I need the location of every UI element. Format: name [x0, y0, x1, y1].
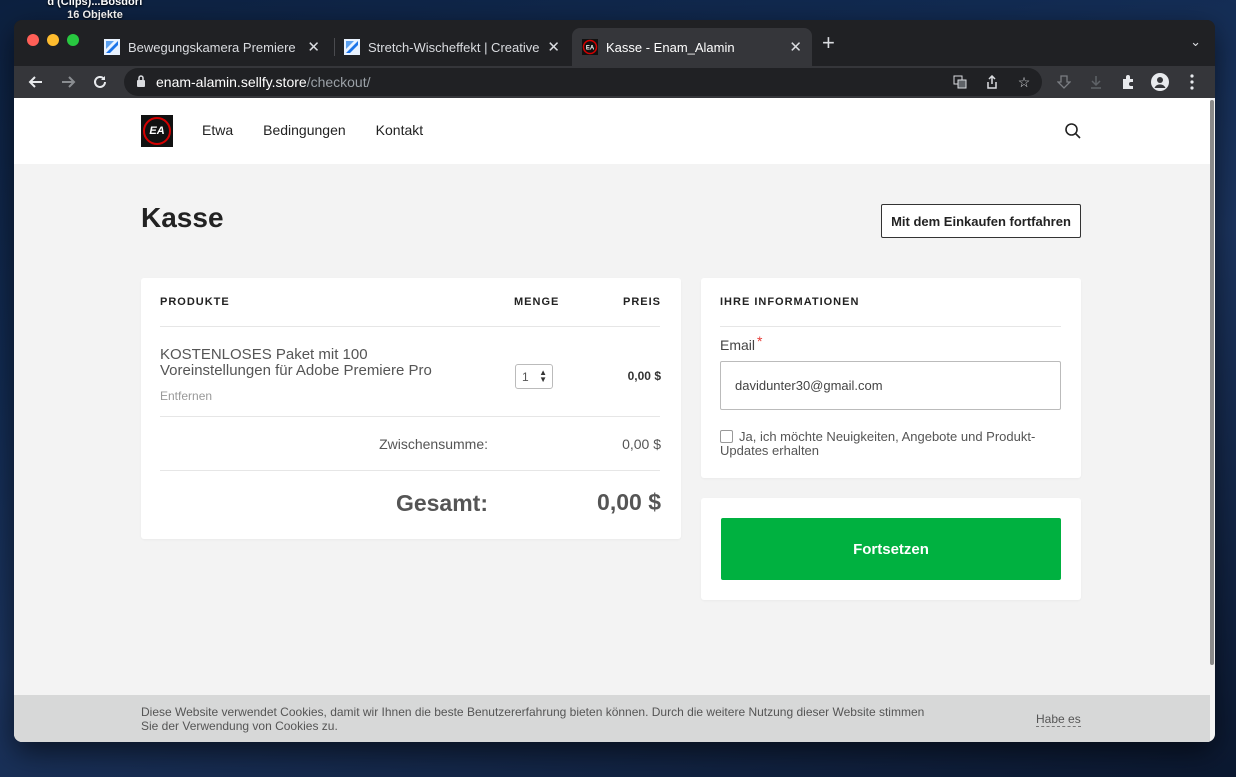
column-header-quantity: MENGE	[514, 296, 560, 308]
bookmark-star-icon[interactable]: ☆	[1012, 71, 1036, 93]
customer-info-card: IHRE INFORMATIONEN Email* Ja, ich möchte…	[701, 278, 1081, 478]
logo-text: EA	[143, 117, 171, 145]
browser-toolbar: enam-alamin.sellfy.store/checkout/ ☆	[14, 66, 1215, 98]
maximize-window-button[interactable]	[67, 34, 79, 46]
extension-arrow-icon[interactable]	[1084, 70, 1108, 94]
tab-title: Stretch-Wischeffekt | Creative	[368, 39, 540, 55]
email-label-text: Email	[720, 337, 756, 353]
quantity-stepper[interactable]: 1 ▲ ▼	[515, 364, 553, 389]
address-bar[interactable]: enam-alamin.sellfy.store/checkout/ ☆	[124, 68, 1042, 96]
cookie-accept-link[interactable]: Habe es	[1036, 712, 1081, 727]
forward-arrow-icon[interactable]	[56, 70, 80, 94]
info-heading: IHRE INFORMATIONEN	[720, 296, 860, 308]
nav-link-bedingungen[interactable]: Bedingungen	[263, 122, 346, 138]
remove-item-link[interactable]: Entfernen	[160, 389, 212, 403]
total-value: 0,00 $	[597, 489, 661, 515]
tab-stretch-wischeffekt[interactable]: Stretch-Wischeffekt | Creative ✕	[334, 28, 570, 66]
tab-strip: Bewegungskamera Premiere Pr ✕ Stretch-Wi…	[14, 20, 1215, 66]
url-path: /checkout/	[306, 74, 371, 90]
profile-avatar-icon[interactable]	[1148, 70, 1172, 94]
continue-shopping-button[interactable]: Mit dem Einkaufen fortfahren	[881, 204, 1081, 238]
order-summary-card: PRODUKTE MENGE PREIS KOSTENLOSES Paket m…	[141, 278, 681, 539]
back-arrow-icon[interactable]	[24, 70, 48, 94]
subtotal-label: Zwischensumme:	[379, 436, 488, 452]
stepper-arrows-icon[interactable]: ▲ ▼	[539, 369, 547, 384]
cookie-notice-text: Diese Website verwendet Cookies, damit w…	[141, 705, 925, 733]
close-window-button[interactable]	[27, 34, 39, 46]
divider	[160, 470, 660, 471]
newsletter-label: Ja, ich möchte Neuigkeiten, Angebote und…	[720, 429, 1036, 458]
email-field[interactable]	[720, 361, 1061, 410]
divider	[160, 326, 660, 327]
tab-close-icon[interactable]: ✕	[307, 38, 320, 56]
extension-download-icon[interactable]	[1052, 70, 1076, 94]
search-icon[interactable]	[1064, 122, 1082, 140]
site-logo[interactable]: EA	[141, 115, 173, 147]
page-scrollbar[interactable]	[1210, 98, 1215, 742]
scrollbar-thumb[interactable]	[1210, 100, 1214, 665]
share-icon[interactable]	[980, 71, 1004, 93]
tab-search-chevron-icon[interactable]: ⌄	[1190, 34, 1201, 50]
minimize-window-button[interactable]	[47, 34, 59, 46]
item-price: 0,00 $	[627, 369, 661, 383]
divider	[720, 326, 1061, 327]
required-asterisk: *	[757, 333, 763, 349]
creative-site-favicon-icon	[344, 39, 360, 55]
new-tab-plus-icon[interactable]: +	[822, 32, 835, 54]
column-header-price: PREIS	[622, 296, 661, 308]
creative-site-favicon-icon	[104, 39, 120, 55]
cookie-banner: Diese Website verwendet Cookies, damit w…	[14, 695, 1210, 742]
product-name: KOSTENLOSES Paket mit 100 Voreinstellung…	[160, 346, 432, 379]
email-label: Email *	[720, 333, 762, 353]
nav-link-etwa[interactable]: Etwa	[202, 122, 233, 138]
svg-text:EA: EA	[586, 46, 595, 52]
web-page: EA Etwa Bedingungen Kontakt Kasse Mit de…	[14, 98, 1210, 742]
puzzle-extensions-icon[interactable]	[1116, 70, 1140, 94]
page-title: Kasse	[141, 202, 224, 233]
main-nav: Etwa Bedingungen Kontakt	[202, 122, 423, 138]
checkout-action-card: Fortsetzen	[701, 498, 1081, 600]
desktop-folder-label: d (Clips)...Bosdorf 16 Objekte	[40, 0, 150, 22]
site-header: EA Etwa Bedingungen Kontakt	[14, 98, 1210, 164]
tab-close-icon[interactable]: ✕	[789, 38, 802, 56]
divider	[160, 416, 660, 417]
tab-close-icon[interactable]: ✕	[547, 38, 560, 56]
tab-title: Kasse - Enam_Alamin	[606, 39, 735, 55]
reload-icon[interactable]	[88, 70, 112, 94]
tab-title: Bewegungskamera Premiere Pr	[128, 39, 300, 55]
tab-bewegungskamera[interactable]: Bewegungskamera Premiere Pr ✕	[94, 28, 330, 66]
lock-icon[interactable]	[136, 74, 146, 90]
continue-button[interactable]: Fortsetzen	[721, 518, 1061, 580]
subtotal-value: 0,00 $	[622, 436, 661, 452]
menu-kebab-icon[interactable]	[1180, 70, 1204, 94]
desktop-folder-name: d (Clips)...Bosdorf	[47, 0, 143, 8]
tab-kasse[interactable]: EA Kasse - Enam_Alamin ✕	[572, 28, 812, 66]
ea-logo-favicon-icon: EA	[582, 39, 598, 55]
newsletter-checkbox[interactable]	[720, 430, 733, 443]
browser-window: Bewegungskamera Premiere Pr ✕ Stretch-Wi…	[14, 20, 1215, 742]
total-label: Gesamt:	[395, 490, 488, 516]
newsletter-option[interactable]: Ja, ich möchte Neuigkeiten, Angebote und…	[720, 430, 1040, 458]
column-header-products: PRODUKTE	[160, 296, 230, 308]
nav-link-kontakt[interactable]: Kontakt	[376, 122, 423, 138]
quantity-value: 1	[522, 369, 529, 384]
url-host: enam-alamin.sellfy.store	[156, 74, 307, 90]
translate-icon[interactable]	[948, 71, 972, 93]
